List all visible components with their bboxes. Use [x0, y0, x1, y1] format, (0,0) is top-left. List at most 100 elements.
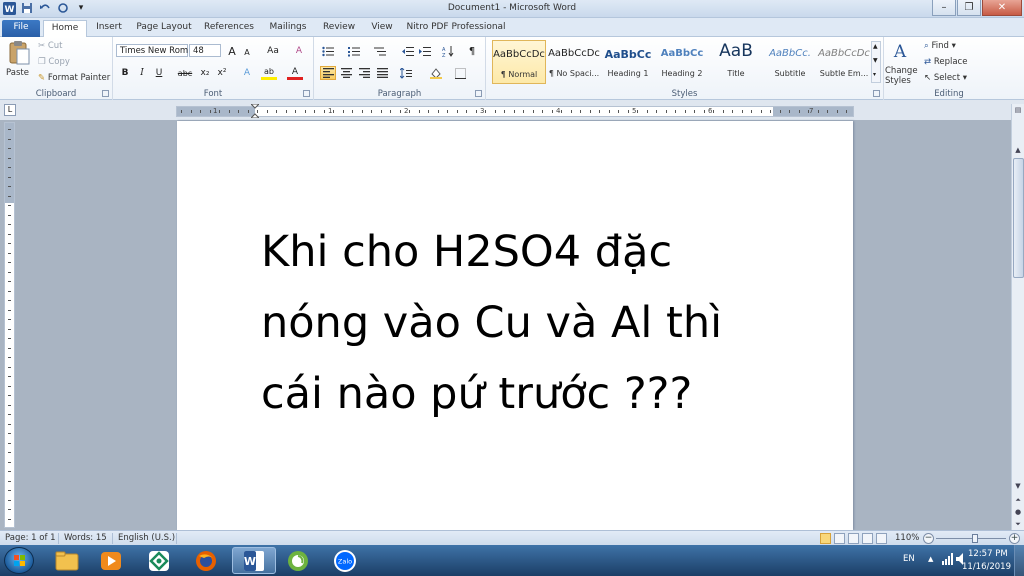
previous-page-icon[interactable]: ⏶ — [1012, 494, 1024, 506]
print-layout-view-icon[interactable] — [820, 533, 831, 544]
full-screen-view-icon[interactable] — [834, 533, 845, 544]
word-taskbar-button[interactable]: W — [232, 547, 276, 574]
style-no-spacing[interactable]: AaBbCcDc ¶ No Spaci... — [547, 40, 601, 84]
find-button[interactable]: ⌕ Find ▾ — [924, 41, 956, 51]
scroll-down-icon[interactable]: ▼ — [1012, 480, 1024, 492]
page-count[interactable]: Page: 1 of 1 — [5, 533, 56, 543]
change-styles-button[interactable]: A Change Styles — [884, 39, 918, 87]
highlight-button[interactable]: ab — [261, 66, 277, 80]
numbering-icon[interactable] — [346, 44, 362, 58]
superscript-button[interactable]: x² — [214, 66, 230, 80]
line-spacing-icon[interactable] — [398, 66, 414, 80]
style-normal[interactable]: AaBbCcDc ¶ Normal — [492, 40, 546, 84]
zoom-level[interactable]: 110% — [895, 533, 919, 543]
grow-font-button[interactable]: A — [224, 44, 240, 58]
web-layout-view-icon[interactable] — [848, 533, 859, 544]
change-case-button[interactable]: Aa — [263, 44, 283, 58]
increase-indent-icon[interactable] — [417, 44, 433, 58]
scroll-thumb[interactable] — [1013, 158, 1024, 278]
font-size-box[interactable]: 48 — [189, 44, 221, 57]
chrome-like-icon[interactable] — [278, 547, 318, 574]
font-group: Times New Rom 48 A A Aa A B I U abc x₂ x… — [113, 37, 314, 100]
text-effects-button[interactable]: A — [239, 66, 255, 80]
tab-page-layout[interactable]: Page Layout — [134, 20, 194, 37]
draft-view-icon[interactable] — [876, 533, 887, 544]
tab-selector-icon[interactable]: L — [4, 104, 16, 116]
word-count[interactable]: Words: 15 — [64, 533, 107, 543]
show-hidden-icons-icon[interactable]: ▲ — [928, 555, 933, 576]
horizontal-ruler[interactable]: 1 1 2 3 4 5 6 7 — [176, 103, 854, 119]
styles-launcher-icon[interactable] — [873, 90, 880, 97]
align-right-icon[interactable] — [356, 66, 372, 80]
document-body[interactable]: Khi cho H2SO4 đặc nóng vào Cu và Al thì … — [261, 217, 821, 430]
underline-button[interactable]: U — [151, 66, 167, 80]
paragraph-launcher-icon[interactable] — [475, 90, 482, 97]
app-icon[interactable] — [139, 547, 179, 574]
firefox-icon[interactable] — [186, 547, 226, 574]
select-button[interactable]: ↖ Select ▾ — [924, 73, 967, 83]
tab-home[interactable]: Home — [43, 20, 87, 37]
media-player-icon[interactable] — [91, 547, 131, 574]
styles-scroll[interactable]: ▲ ▼ ▾ — [871, 41, 881, 83]
scroll-up-icon[interactable]: ▲ — [1012, 144, 1024, 156]
italic-button[interactable]: I — [134, 66, 150, 80]
minimize-button[interactable]: – — [932, 0, 956, 16]
shrink-font-button[interactable]: A — [239, 45, 255, 59]
vertical-scrollbar[interactable]: ▤ ▲ ▼ ⏶ ● ⏷ — [1011, 104, 1024, 530]
maximize-button[interactable]: ❐ — [957, 0, 981, 16]
show-desktop-button[interactable] — [1014, 545, 1024, 576]
justify-icon[interactable] — [374, 66, 390, 80]
style-subtle-emphasis[interactable]: AaBbCcDc Subtle Em... — [817, 40, 871, 84]
style-subtitle[interactable]: AaBbCc. Subtitle — [763, 40, 817, 84]
shading-icon[interactable] — [428, 66, 444, 80]
tab-file[interactable]: File — [2, 20, 40, 37]
start-button[interactable] — [4, 547, 34, 574]
font-name-box[interactable]: Times New Rom — [116, 44, 188, 57]
font-color-button[interactable]: A — [287, 66, 303, 80]
document-page[interactable]: Khi cho H2SO4 đặc nóng vào Cu và Al thì … — [177, 121, 853, 530]
show-formatting-button[interactable]: ¶ — [464, 44, 480, 58]
paste-button[interactable]: Paste — [5, 40, 33, 84]
next-page-icon[interactable]: ⏷ — [1012, 518, 1024, 530]
sort-icon[interactable]: AZ — [440, 44, 456, 58]
zoom-out-button[interactable]: − — [923, 533, 934, 544]
select-browse-object-icon[interactable]: ● — [1012, 506, 1024, 518]
zalo-icon[interactable]: Zalo — [325, 547, 365, 574]
network-icon[interactable] — [942, 553, 954, 576]
decrease-indent-icon[interactable] — [400, 44, 416, 58]
multilevel-list-icon[interactable] — [372, 44, 388, 58]
cut-button[interactable]: ✂ Cut — [38, 41, 62, 51]
tab-insert[interactable]: Insert — [90, 20, 128, 37]
tab-review[interactable]: Review — [318, 20, 360, 37]
copy-button[interactable]: ❐ Copy — [38, 57, 70, 67]
tab-mailings[interactable]: Mailings — [264, 20, 312, 37]
outline-view-icon[interactable] — [862, 533, 873, 544]
borders-icon[interactable] — [452, 66, 468, 80]
align-left-icon[interactable] — [320, 66, 336, 80]
clipboard-launcher-icon[interactable] — [102, 90, 109, 97]
tab-references[interactable]: References — [200, 20, 258, 37]
replace-button[interactable]: ⇄ Replace — [924, 57, 967, 67]
zoom-in-button[interactable]: + — [1009, 533, 1020, 544]
clock-date[interactable]: 11/16/2019 — [962, 562, 1011, 576]
explorer-icon[interactable] — [47, 547, 87, 574]
strikethrough-button[interactable]: abc — [177, 66, 193, 80]
font-launcher-icon[interactable] — [303, 90, 310, 97]
style-heading-2[interactable]: AaBbCc Heading 2 — [655, 40, 709, 84]
format-painter-button[interactable]: ✎ Format Painter — [38, 73, 110, 83]
zoom-slider-thumb[interactable] — [971, 534, 978, 543]
bold-button[interactable]: B — [117, 66, 133, 80]
style-heading-1[interactable]: AaBbCc Heading 1 — [601, 40, 655, 84]
tab-view[interactable]: View — [366, 20, 398, 37]
close-button[interactable]: ✕ — [982, 0, 1022, 16]
vertical-ruler[interactable] — [4, 122, 15, 528]
subscript-button[interactable]: x₂ — [197, 66, 213, 80]
clear-formatting-button[interactable]: A — [291, 44, 307, 58]
ruler-toggle-icon[interactable]: ▤ — [1012, 104, 1024, 116]
language-status[interactable]: English (U.S.) — [118, 533, 175, 543]
style-title[interactable]: AaB Title — [709, 40, 763, 84]
tab-nitro-pdf[interactable]: Nitro PDF Professional — [406, 20, 506, 37]
bullets-icon[interactable] — [320, 44, 336, 58]
language-indicator[interactable]: EN — [903, 554, 915, 576]
align-center-icon[interactable] — [338, 66, 354, 80]
